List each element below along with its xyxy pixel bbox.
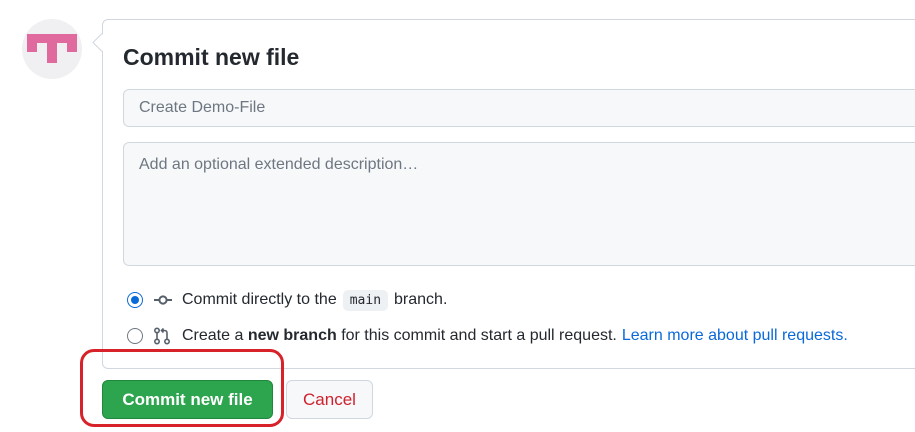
- new-branch-bold: new branch: [247, 327, 337, 344]
- git-pull-request-icon: [153, 327, 173, 345]
- commit-directly-text: Commit directly to the: [182, 291, 337, 308]
- avatar-identicon-left: [27, 43, 37, 52]
- new-branch-option[interactable]: Create a new branch for this commit and …: [127, 324, 848, 348]
- commit-summary-input[interactable]: [123, 89, 915, 127]
- branch-name-code: main: [342, 289, 389, 311]
- git-commit-icon: [153, 291, 173, 309]
- new-branch-text: Create a: [182, 327, 244, 344]
- cancel-button[interactable]: Cancel: [286, 380, 373, 419]
- avatar-identicon-bar: [27, 34, 77, 43]
- avatar[interactable]: [22, 19, 82, 79]
- avatar-identicon-right: [67, 43, 77, 52]
- new-branch-radio[interactable]: [127, 328, 143, 344]
- commit-new-file-button[interactable]: Commit new file: [102, 380, 273, 419]
- commit-directly-option[interactable]: Commit directly to the main branch.: [127, 288, 447, 312]
- form-title: Commit new file: [123, 44, 300, 70]
- commit-directly-radio[interactable]: [127, 292, 143, 308]
- avatar-identicon-stem: [47, 43, 57, 63]
- commit-directly-text-end: branch.: [394, 291, 448, 308]
- new-branch-text-end: for this commit and start a pull request…: [341, 327, 617, 344]
- commit-description-textarea[interactable]: [123, 142, 915, 266]
- learn-more-link[interactable]: Learn more about pull requests.: [622, 327, 848, 345]
